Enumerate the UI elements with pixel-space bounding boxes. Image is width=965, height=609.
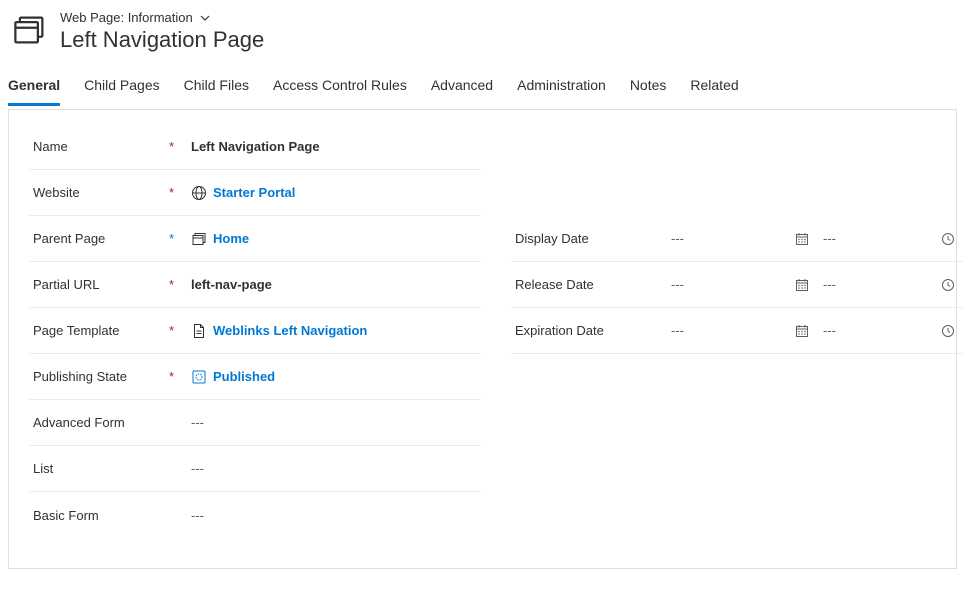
chevron-down-icon bbox=[199, 12, 211, 24]
website-lookup[interactable]: Starter Portal bbox=[189, 185, 481, 201]
field-label: Website bbox=[29, 185, 169, 200]
release-date-picker-button[interactable] bbox=[781, 278, 823, 292]
field-expiration-date: Expiration Date --- --- bbox=[511, 308, 963, 354]
parent-page-link[interactable]: Home bbox=[213, 231, 249, 246]
display-time-input[interactable]: --- bbox=[823, 231, 933, 246]
tab-advanced[interactable]: Advanced bbox=[431, 71, 493, 106]
recommended-indicator: * bbox=[169, 231, 189, 246]
field-label: Basic Form bbox=[29, 508, 169, 523]
display-time-picker-button[interactable] bbox=[933, 232, 963, 246]
display-date-input[interactable]: --- bbox=[671, 231, 781, 246]
expiration-time-picker-button[interactable] bbox=[933, 324, 963, 338]
publishing-state-link[interactable]: Published bbox=[213, 369, 275, 384]
field-label: Advanced Form bbox=[29, 415, 169, 430]
advanced-form-lookup[interactable]: --- bbox=[189, 415, 481, 430]
field-label: List bbox=[29, 461, 169, 476]
page-title: Left Navigation Page bbox=[60, 27, 264, 53]
field-website: Website * Starter Portal bbox=[29, 170, 481, 216]
tab-related[interactable]: Related bbox=[690, 71, 738, 106]
field-advanced-form: Advanced Form --- bbox=[29, 400, 481, 446]
expiration-time-input[interactable]: --- bbox=[823, 323, 933, 338]
form-selector[interactable]: Web Page: Information bbox=[60, 10, 264, 25]
calendar-icon bbox=[795, 232, 809, 246]
partial-url-input[interactable]: left-nav-page bbox=[189, 277, 481, 292]
expiration-date-input[interactable]: --- bbox=[671, 323, 781, 338]
globe-icon bbox=[191, 185, 207, 201]
required-indicator: * bbox=[169, 323, 189, 338]
tab-notes[interactable]: Notes bbox=[630, 71, 667, 106]
left-column: Name * Left Navigation Page Website * St… bbox=[29, 124, 481, 538]
required-indicator: * bbox=[169, 369, 189, 384]
publishing-state-lookup[interactable]: Published bbox=[189, 369, 481, 385]
required-indicator: * bbox=[169, 139, 189, 154]
field-basic-form: Basic Form --- bbox=[29, 492, 481, 538]
field-publishing-state: Publishing State * Published bbox=[29, 354, 481, 400]
page-template-link[interactable]: Weblinks Left Navigation bbox=[213, 323, 367, 338]
tab-administration[interactable]: Administration bbox=[517, 71, 606, 106]
field-partial-url: Partial URL * left-nav-page bbox=[29, 262, 481, 308]
web-page-entity-icon bbox=[12, 12, 48, 48]
field-label: Display Date bbox=[511, 231, 671, 246]
page-template-lookup[interactable]: Weblinks Left Navigation bbox=[189, 323, 481, 339]
field-list: List --- bbox=[29, 446, 481, 492]
release-time-picker-button[interactable] bbox=[933, 278, 963, 292]
field-name: Name * Left Navigation Page bbox=[29, 124, 481, 170]
field-release-date: Release Date --- --- bbox=[511, 262, 963, 308]
field-label: Expiration Date bbox=[511, 323, 671, 338]
field-label: Name bbox=[29, 139, 169, 154]
display-date-picker-button[interactable] bbox=[781, 232, 823, 246]
tab-child-files[interactable]: Child Files bbox=[184, 71, 249, 106]
breadcrumb-text: Web Page: Information bbox=[60, 10, 193, 25]
field-label: Page Template bbox=[29, 323, 169, 338]
clock-icon bbox=[941, 232, 955, 246]
clock-icon bbox=[941, 278, 955, 292]
release-date-input[interactable]: --- bbox=[671, 277, 781, 292]
tab-child-pages[interactable]: Child Pages bbox=[84, 71, 160, 106]
field-display-date: Display Date --- --- bbox=[511, 216, 963, 262]
release-time-input[interactable]: --- bbox=[823, 277, 933, 292]
tab-general[interactable]: General bbox=[8, 71, 60, 106]
clock-icon bbox=[941, 324, 955, 338]
required-indicator: * bbox=[169, 277, 189, 292]
field-label: Release Date bbox=[511, 277, 671, 292]
general-panel: Name * Left Navigation Page Website * St… bbox=[8, 109, 957, 569]
tab-access-control-rules[interactable]: Access Control Rules bbox=[273, 71, 407, 106]
name-input[interactable]: Left Navigation Page bbox=[189, 139, 481, 154]
required-indicator: * bbox=[169, 185, 189, 200]
basic-form-lookup[interactable]: --- bbox=[189, 508, 481, 523]
field-label: Partial URL bbox=[29, 277, 169, 292]
calendar-icon bbox=[795, 278, 809, 292]
tab-list: General Child Pages Child Files Access C… bbox=[0, 57, 965, 107]
parent-page-lookup[interactable]: Home bbox=[189, 231, 481, 247]
publishing-state-icon bbox=[191, 369, 207, 385]
list-lookup[interactable]: --- bbox=[189, 461, 481, 476]
calendar-icon bbox=[795, 324, 809, 338]
field-label: Publishing State bbox=[29, 369, 169, 384]
form-header: Web Page: Information Left Navigation Pa… bbox=[0, 0, 965, 57]
field-parent-page: Parent Page * Home bbox=[29, 216, 481, 262]
website-link[interactable]: Starter Portal bbox=[213, 185, 295, 200]
field-page-template: Page Template * Weblinks Left Navigation bbox=[29, 308, 481, 354]
field-label: Parent Page bbox=[29, 231, 169, 246]
document-icon bbox=[191, 323, 207, 339]
expiration-date-picker-button[interactable] bbox=[781, 324, 823, 338]
right-column: Display Date --- --- Release Date --- --… bbox=[511, 124, 963, 538]
page-stack-icon bbox=[191, 231, 207, 247]
